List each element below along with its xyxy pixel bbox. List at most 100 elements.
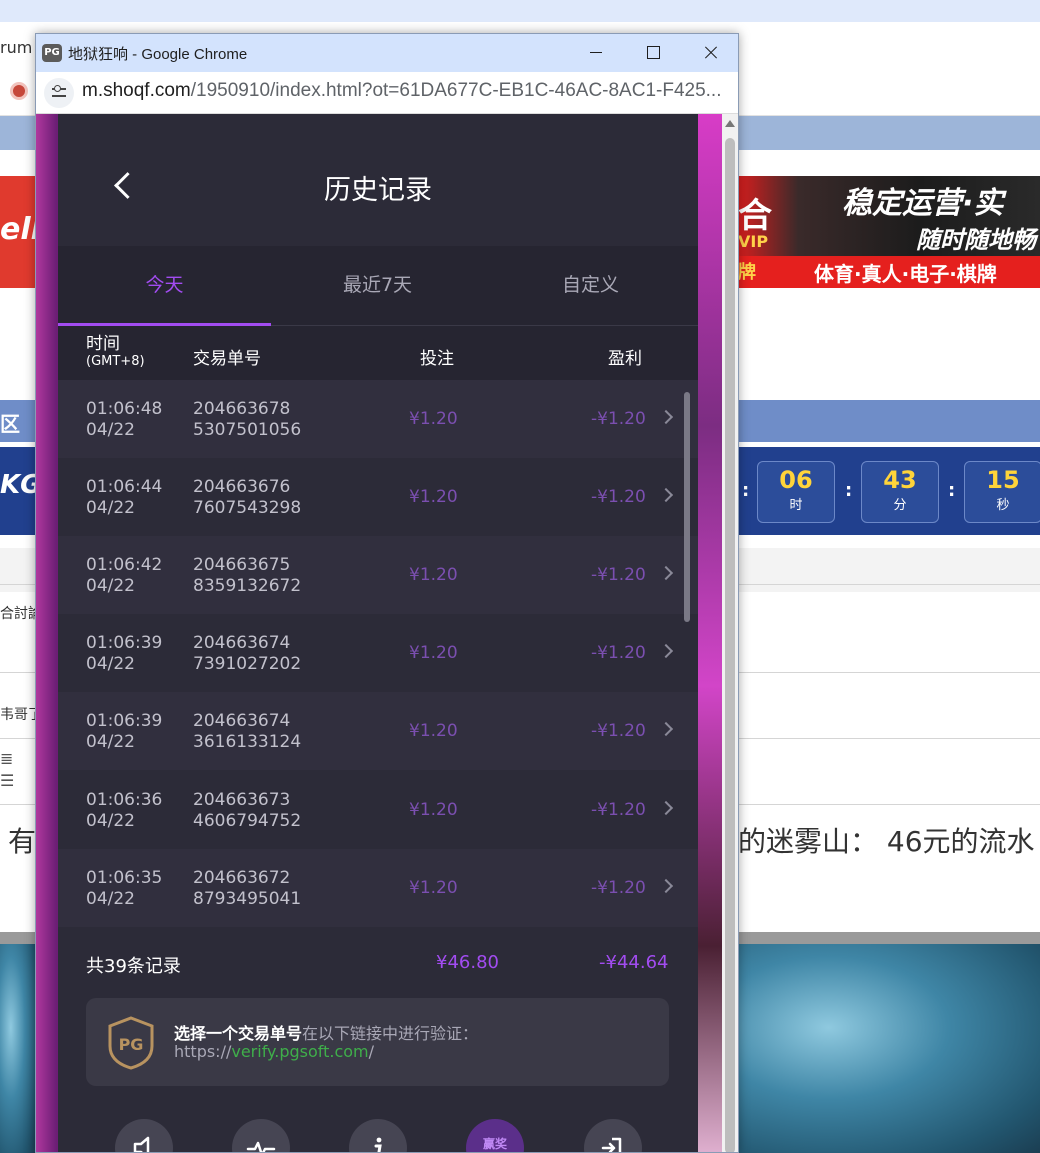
row-time: 01:06:36 — [86, 790, 163, 810]
row-transaction-id: 204663678 5307501056 — [193, 399, 301, 441]
row-profit: -¥1.20 — [591, 487, 646, 507]
background-tab-fragment[interactable]: rum — [0, 38, 32, 57]
row-time: 01:06:35 — [86, 868, 163, 888]
row-time: 01:06:44 — [86, 477, 163, 497]
row-profit: -¥1.20 — [591, 565, 646, 585]
maximize-button[interactable] — [624, 34, 682, 72]
chevron-right-icon — [658, 409, 674, 425]
date-range-tabs: 今天 最近7天 自定义 — [58, 246, 698, 326]
column-header-bet: 投注 — [420, 349, 454, 369]
table-row[interactable]: 01:06:44 04/22 204663676 7607543298 ¥1.20 … — [58, 458, 698, 536]
chevron-right-icon — [658, 878, 674, 894]
tab-today[interactable]: 今天 — [58, 246, 271, 326]
site-settings-icon[interactable] — [44, 78, 74, 108]
row-id-part1: 204663675 — [193, 555, 291, 575]
row-id-part1: 204663676 — [193, 477, 291, 497]
minimize-button[interactable] — [566, 34, 624, 72]
row-date: 04/22 — [86, 654, 135, 674]
sound-icon — [133, 1136, 150, 1152]
row-bet: ¥1.20 — [409, 800, 458, 820]
row-bet: ¥1.20 — [409, 721, 458, 741]
verify-rest-text: 在以下链接中进行验证： — [302, 1024, 479, 1043]
row-date: 04/22 — [86, 889, 135, 909]
row-id-part2: 7391027202 — [193, 654, 302, 674]
row-date: 04/22 — [86, 498, 135, 518]
table-row[interactable]: 01:06:36 04/22 204663673 4606794752 ¥1.20 … — [58, 771, 698, 849]
scroll-up-arrow-icon[interactable] — [725, 120, 735, 127]
window-scroll-thumb[interactable] — [725, 138, 735, 1152]
tab-last-7-days[interactable]: 最近7天 — [271, 246, 484, 326]
row-profit: -¥1.20 — [591, 643, 646, 663]
verify-url: https://verify.pgsoft.com/ — [174, 1042, 374, 1061]
verify-card: PG 选择一个交易单号在以下链接中进行验证： https://verify.pg… — [86, 998, 669, 1086]
blue-strip-fragment: 区 — [0, 412, 20, 436]
row-profit: -¥1.20 — [591, 800, 646, 820]
row-id-part1: 204663674 — [193, 633, 291, 653]
pulse-icon — [246, 1141, 276, 1152]
row-time: 01:06:39 — [86, 711, 163, 731]
chevron-right-icon — [658, 721, 674, 737]
verify-bold-text: 选择一个交易单号 — [174, 1024, 303, 1043]
background-banner-left[interactable]: ell — [0, 176, 41, 288]
background-toolbar-icons[interactable]: ≣ ☰ — [0, 748, 14, 792]
row-time: 01:06:42 — [86, 555, 163, 575]
table-row[interactable]: 01:06:35 04/22 204663672 8793495041 ¥1.20 … — [58, 849, 698, 927]
total-profit: -¥44.64 — [599, 952, 669, 973]
table-row[interactable]: 01:06:39 04/22 204663674 3616133124 ¥1.20 … — [58, 692, 698, 770]
row-profit: -¥1.20 — [591, 721, 646, 741]
info-button[interactable] — [349, 1119, 407, 1152]
verify-instruction: 选择一个交易单号在以下链接中进行验证： — [174, 1020, 478, 1044]
row-id-part2: 7607543298 — [193, 498, 302, 518]
total-bet: ¥46.80 — [436, 952, 499, 973]
row-transaction-id: 204663674 7391027202 — [193, 633, 301, 675]
row-profit: -¥1.20 — [591, 409, 646, 429]
row-bet: ¥1.20 — [409, 409, 458, 429]
history-button[interactable]: 赢奖 — [466, 1119, 524, 1152]
row-bet: ¥1.20 — [409, 565, 458, 585]
countdown-value: 15 — [986, 466, 1020, 494]
stats-button[interactable] — [232, 1119, 290, 1152]
chevron-right-icon — [658, 565, 674, 581]
row-datetime: 01:06:39 04/22 — [86, 711, 162, 753]
background-big-text-right: 的迷雾山： 46元的流水 — [738, 825, 1035, 858]
info-icon — [374, 1137, 382, 1152]
row-date: 04/22 — [86, 420, 135, 440]
row-time: 01:06:39 — [86, 633, 163, 653]
background-banner-right[interactable]: 合 稳定运营·实 随时随地畅 VIP 牌 体育·真人·电子·棋牌 — [738, 176, 1040, 288]
table-row[interactable]: 01:06:39 04/22 204663674 7391027202 ¥1.20 … — [58, 614, 698, 692]
row-id-part2: 5307501056 — [193, 420, 302, 440]
countdown-colon: : — [742, 480, 750, 501]
table-scroll-thumb[interactable] — [684, 392, 690, 622]
countdown-unit: 分 — [893, 498, 907, 513]
summary-row: 共39条记录 ¥46.80 -¥44.64 — [58, 930, 698, 996]
verify-link[interactable]: verify.pgsoft.com — [231, 1042, 368, 1061]
table-row[interactable]: 01:06:48 04/22 204663678 5307501056 ¥1.20 … — [58, 380, 698, 458]
row-datetime: 01:06:35 04/22 — [86, 868, 162, 910]
chevron-right-icon — [658, 643, 674, 659]
row-datetime: 01:06:36 04/22 — [86, 790, 162, 832]
url-path: /1950910/index.html?ot=61DA677C-EB1C-46A… — [190, 80, 722, 101]
close-button[interactable] — [682, 34, 738, 72]
row-date: 04/22 — [86, 576, 135, 596]
row-id-part2: 8793495041 — [193, 889, 302, 909]
background-site-icon — [10, 82, 28, 100]
history-panel: 历史记录 今天 最近7天 自定义 时间 (GMT+8) 交易单号 投注 盈利 0… — [58, 114, 698, 1152]
banner-right-left-fragment: 牌 — [738, 262, 756, 283]
row-bet: ¥1.20 — [409, 643, 458, 663]
column-time-label: 时间 — [86, 334, 120, 354]
column-header-profit: 盈利 — [608, 349, 642, 369]
table-row[interactable]: 01:06:42 04/22 204663675 8359132672 ¥1.20 … — [58, 536, 698, 614]
banner-right-vip: VIP — [738, 232, 769, 251]
exit-button[interactable] — [584, 1119, 642, 1152]
countdown-seconds: 15 秒 — [964, 461, 1040, 523]
countdown-hours: 06 时 — [757, 461, 835, 523]
row-bet: ¥1.20 — [409, 487, 458, 507]
sound-button[interactable] — [115, 1119, 173, 1152]
tab-custom[interactable]: 自定义 — [484, 246, 697, 326]
countdown-unit: 时 — [789, 498, 803, 513]
window-title-bar[interactable]: PG 地狱狂响 - Google Chrome — [36, 34, 738, 72]
row-date: 04/22 — [86, 811, 135, 831]
column-timezone-label: (GMT+8) — [86, 354, 145, 369]
url-text[interactable]: m.shoqf.com/1950910/index.html?ot=61DA67… — [82, 80, 722, 102]
row-profit: -¥1.20 — [591, 878, 646, 898]
